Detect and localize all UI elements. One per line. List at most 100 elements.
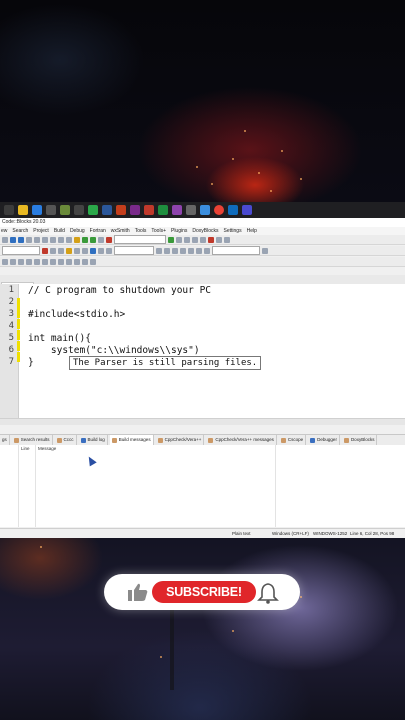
taskbar-app-icon[interactable] xyxy=(228,205,238,215)
save-all-icon[interactable] xyxy=(26,236,32,243)
word-icon[interactable] xyxy=(102,205,112,215)
scope-select[interactable] xyxy=(2,246,40,255)
column-header-line[interactable]: Line xyxy=(21,446,30,451)
search-icon[interactable] xyxy=(98,247,104,254)
code-editor[interactable]: 1 2 3 4 5 6 7 // C program to shutdown y… xyxy=(0,284,405,418)
jump-icon[interactable] xyxy=(66,247,72,254)
taskbar-app-icon[interactable] xyxy=(4,205,14,215)
replace-icon[interactable] xyxy=(66,236,72,243)
menu-item[interactable]: Build xyxy=(54,227,65,235)
taskbar-app-icon[interactable] xyxy=(130,205,140,215)
toolbar-icon[interactable] xyxy=(82,258,88,265)
menu-item[interactable]: Project xyxy=(33,227,49,235)
paste-icon[interactable] xyxy=(50,236,56,243)
taskbar-app-icon[interactable] xyxy=(172,205,182,215)
taskbar-app-icon[interactable] xyxy=(46,205,56,215)
menu-item[interactable]: DoxyBlocks xyxy=(192,227,218,235)
toggle-bookmark-icon[interactable] xyxy=(42,247,48,254)
toolbar-icon[interactable] xyxy=(18,258,24,265)
highlight-icon[interactable] xyxy=(90,247,96,254)
taskbar-app-icon[interactable] xyxy=(88,205,98,215)
log-tab-cppcheck[interactable]: CppCheck/Vera++ xyxy=(156,435,205,445)
taskbar-app-icon[interactable] xyxy=(200,205,210,215)
toolbar-icon[interactable] xyxy=(10,258,16,265)
column-header-message[interactable]: Message xyxy=(38,446,56,451)
toolbar-icon[interactable] xyxy=(74,258,80,265)
menu-item[interactable]: Fortran xyxy=(90,227,106,235)
folder-icon[interactable] xyxy=(18,205,28,215)
menu-item[interactable]: Settings xyxy=(224,227,242,235)
toolbar-icon[interactable] xyxy=(2,258,8,265)
menu-item[interactable]: Tools xyxy=(135,227,147,235)
menu-item[interactable]: Plugins xyxy=(171,227,187,235)
toolbar-icon[interactable] xyxy=(34,258,40,265)
pdf-icon[interactable] xyxy=(144,205,154,215)
taskbar-app-icon[interactable] xyxy=(74,205,84,215)
new-file-icon[interactable] xyxy=(2,236,8,243)
log-tab-doxyblocks[interactable]: DoxyBlocks xyxy=(342,435,378,445)
powerpoint-icon[interactable] xyxy=(116,205,126,215)
symbol-select[interactable] xyxy=(212,246,260,255)
menu-item[interactable]: ew xyxy=(1,227,7,235)
taskbar-app-icon[interactable] xyxy=(158,205,168,215)
build-messages-panel[interactable]: Line Message xyxy=(0,445,405,527)
toolbar-icon[interactable] xyxy=(42,258,48,265)
chrome-icon[interactable] xyxy=(214,205,224,215)
stop-debug-icon[interactable] xyxy=(208,236,214,243)
log-tab[interactable]: gs xyxy=(0,435,10,445)
function-select[interactable] xyxy=(114,246,154,255)
taskbar-app-icon[interactable] xyxy=(242,205,252,215)
doxy-config-icon[interactable] xyxy=(172,247,178,254)
next-bookmark-icon[interactable] xyxy=(58,247,64,254)
match-case-icon[interactable] xyxy=(106,247,112,254)
prev-bookmark-icon[interactable] xyxy=(50,247,56,254)
build-target-select[interactable] xyxy=(114,235,166,244)
toolbar-icon[interactable] xyxy=(26,258,32,265)
find-symbol-icon[interactable] xyxy=(262,247,268,254)
step-into-icon[interactable] xyxy=(184,236,190,243)
copy-icon[interactable] xyxy=(42,236,48,243)
log-tab-cccc[interactable]: Cccc xyxy=(55,435,77,445)
vscode-icon[interactable] xyxy=(32,205,42,215)
build-run-icon[interactable] xyxy=(90,236,96,243)
code-completion-icon[interactable] xyxy=(188,247,194,254)
comment-icon[interactable] xyxy=(74,247,80,254)
find-icon[interactable] xyxy=(58,236,64,243)
log-tab-debugger[interactable]: Debugger xyxy=(308,435,340,445)
cut-icon[interactable] xyxy=(34,236,40,243)
regex-icon[interactable] xyxy=(180,247,186,254)
step-out-icon[interactable] xyxy=(192,236,198,243)
bell-icon[interactable] xyxy=(256,582,280,604)
menu-item[interactable]: Search xyxy=(12,227,28,235)
doxy-run-icon[interactable] xyxy=(164,247,170,254)
next-instruction-icon[interactable] xyxy=(200,236,206,243)
zoom-in-icon[interactable] xyxy=(196,247,202,254)
taskbar-app-icon[interactable] xyxy=(60,205,70,215)
info-icon[interactable] xyxy=(224,236,230,243)
log-tab-cppcheck-messages[interactable]: CppCheck/Vera++ messages xyxy=(206,435,277,445)
menu-item[interactable]: Help xyxy=(247,227,257,235)
toolbar-icon[interactable] xyxy=(66,258,72,265)
codeblocks-icon[interactable] xyxy=(186,205,196,215)
log-tab-cscope[interactable]: Cscope xyxy=(279,435,307,445)
subscribe-button[interactable]: SUBSCRIBE! xyxy=(152,581,256,603)
save-icon[interactable] xyxy=(18,236,24,243)
build-icon[interactable] xyxy=(74,236,80,243)
rebuild-icon[interactable] xyxy=(98,236,104,243)
uncomment-icon[interactable] xyxy=(82,247,88,254)
run-icon[interactable] xyxy=(82,236,88,243)
menu-item[interactable]: Debug xyxy=(70,227,85,235)
thumbs-up-icon[interactable] xyxy=(127,582,149,602)
toolbar-icon[interactable] xyxy=(90,258,96,265)
menu-item[interactable]: wxSmith xyxy=(111,227,130,235)
toolbar-icon[interactable] xyxy=(58,258,64,265)
step-icon[interactable] xyxy=(176,236,182,243)
editor-horizontal-scrollbar[interactable] xyxy=(0,418,405,425)
open-icon[interactable] xyxy=(10,236,16,243)
log-tab-build-messages[interactable]: Build messages xyxy=(109,435,154,445)
log-tab-search-results[interactable]: Search results xyxy=(12,435,53,445)
toolbar-icon[interactable] xyxy=(50,258,56,265)
menu-item[interactable]: Tools+ xyxy=(151,227,166,235)
zoom-out-icon[interactable] xyxy=(204,247,210,254)
abort-icon[interactable] xyxy=(106,236,112,243)
